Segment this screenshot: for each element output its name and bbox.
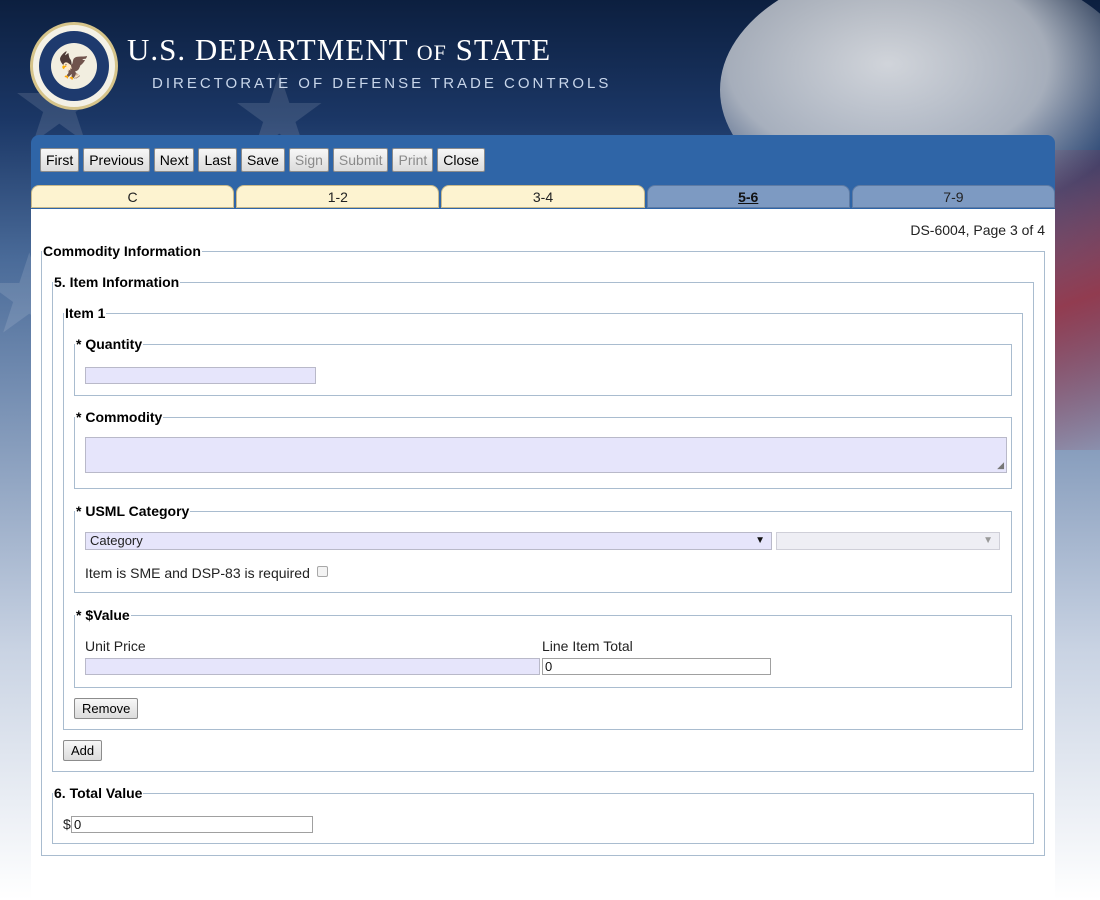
department-title: U.S. DEPARTMENT OF STATE [127, 32, 552, 67]
sme-label: Item is SME and DSP-83 is required [85, 565, 310, 581]
tab-5-6[interactable]: 5-6 [646, 185, 850, 208]
sign-button[interactable]: Sign [288, 148, 329, 172]
next-button[interactable]: Next [153, 148, 195, 172]
remove-item-button[interactable]: Remove [74, 698, 139, 719]
commodity-legend: * Commodity [76, 409, 163, 425]
usml-category-legend: * USML Category [76, 503, 190, 519]
tab-1-2[interactable]: 1-2 [236, 185, 440, 208]
dropdown-arrow-icon: ▼ [983, 535, 993, 546]
line-item-total-label: Line Item Total [542, 638, 633, 654]
line-item-total-input[interactable]: 0 [542, 658, 771, 675]
tab-3-4[interactable]: 3-4 [441, 185, 645, 208]
previous-button[interactable]: Previous [83, 148, 150, 172]
site-header: 🦅 U.S. DEPARTMENT OF STATE DIRECTORATE O… [0, 0, 1100, 135]
sme-checkbox[interactable] [317, 566, 328, 577]
resize-grip-icon[interactable]: ◢ [997, 460, 1004, 471]
toolbar: First Previous Next Last Save Sign Submit Print… [31, 135, 1055, 185]
total-value-legend: 6. Total Value [54, 785, 143, 801]
category-select[interactable]: Category ▼ [85, 532, 772, 550]
eagle-icon: 🦅 [57, 50, 91, 81]
form-content: DS-6004, Page 3 of 4 Commodity Informati… [31, 209, 1055, 900]
quantity-legend: * Quantity [76, 336, 143, 352]
commodity-information-legend: Commodity Information [43, 243, 201, 259]
quantity-input[interactable] [85, 367, 316, 384]
tab-c[interactable]: C [31, 185, 235, 208]
submit-button[interactable]: Submit [332, 148, 389, 172]
last-button[interactable]: Last [198, 148, 237, 172]
tab-7-9[interactable]: 7-9 [851, 185, 1056, 208]
unit-price-label: Unit Price [85, 638, 146, 654]
commodity-textarea[interactable]: ◢ [85, 437, 1007, 473]
page-tabs: C 1-2 3-4 5-6 7-9 [31, 185, 1056, 209]
quantity-section: * Quantity [74, 336, 1012, 396]
dollar-sign-label: $ [63, 816, 71, 832]
item-information-legend: 5. Item Information [54, 274, 180, 290]
save-button[interactable]: Save [240, 148, 285, 172]
close-button[interactable]: Close [437, 148, 486, 172]
add-item-button[interactable]: Add [63, 740, 103, 761]
value-legend: * $Value [76, 607, 130, 623]
dropdown-arrow-icon: ▼ [755, 535, 765, 546]
total-value-section: 6. Total Value [52, 785, 1034, 844]
category-select-value: Category [90, 533, 143, 548]
unit-price-input[interactable] [85, 658, 540, 675]
print-button[interactable]: Print [392, 148, 434, 172]
department-seal-logo: 🦅 [30, 22, 118, 110]
subcategory-select[interactable]: ▼ [776, 532, 1000, 550]
item-1-legend: Item 1 [65, 305, 106, 321]
total-value-input[interactable]: 0 [71, 816, 313, 833]
first-button[interactable]: First [40, 148, 80, 172]
form-panel: First Previous Next Last Save Sign Submit Print… [31, 135, 1056, 900]
directorate-subtitle: DIRECTORATE OF DEFENSE TRADE CONTROLS [152, 75, 612, 92]
page-info: DS-6004, Page 3 of 4 [910, 222, 1045, 238]
